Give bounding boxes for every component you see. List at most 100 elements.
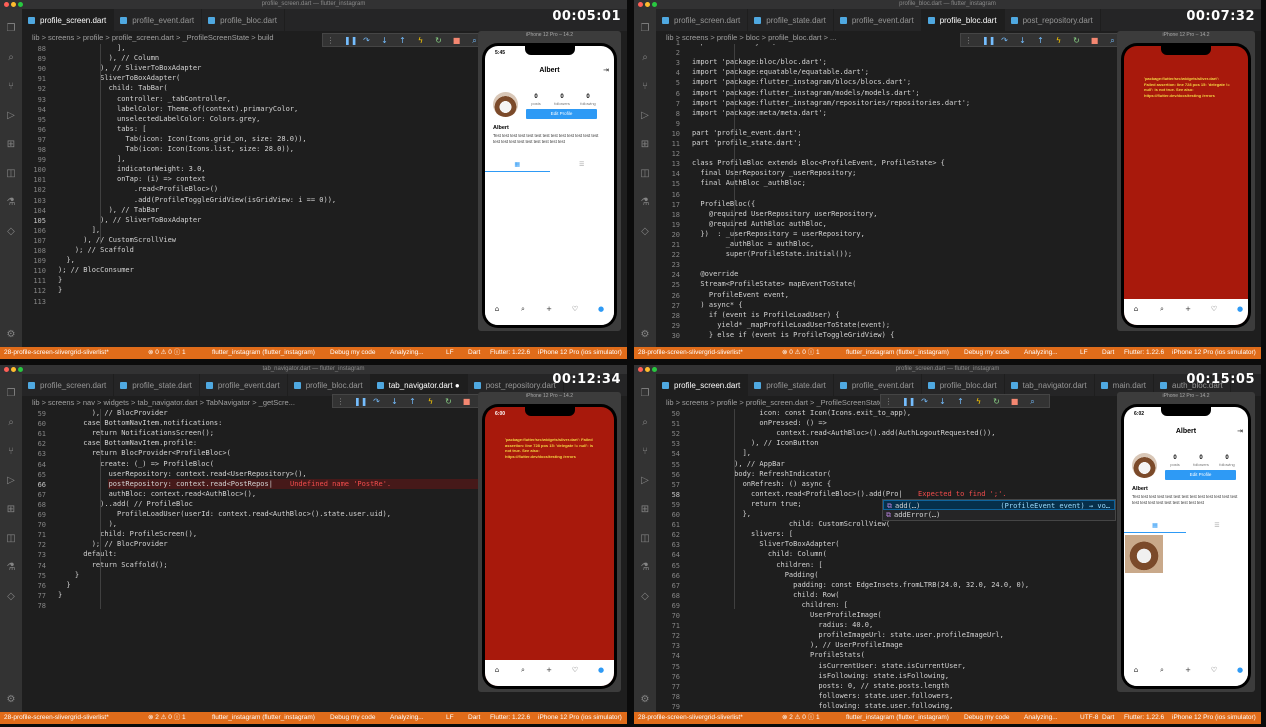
phone-screen[interactable]: 5:45 Albert ⇥ 0 posts 0 followers 0 following Edi…	[485, 46, 614, 325]
files-icon[interactable]: ❐	[5, 388, 17, 400]
search-icon[interactable]: ⌕	[5, 52, 17, 64]
step-out-icon[interactable]: ↑	[1036, 36, 1045, 45]
device-selector[interactable]: iPhone 12 Pro (ios simulator)	[1172, 347, 1256, 359]
stop-icon[interactable]: ■	[452, 36, 461, 45]
list-icon[interactable]: ☰	[550, 158, 615, 172]
pause-icon[interactable]: ❚❚	[354, 397, 367, 406]
edit-profile-button[interactable]: Edit Profile	[526, 109, 597, 119]
testing-icon[interactable]: ⚗	[639, 562, 651, 574]
source-control-icon[interactable]: ⑂	[639, 446, 651, 458]
editor-tab[interactable]: profile_event.dart	[834, 374, 922, 396]
editor-tab[interactable]: profile_state.dart	[114, 374, 200, 396]
extensions-icon[interactable]: ⊞	[5, 139, 17, 151]
zoom-dot[interactable]	[18, 2, 23, 7]
search-icon[interactable]: ⌕	[1156, 305, 1168, 314]
analyzing-status[interactable]: Analyzing...	[390, 712, 424, 724]
editor-tab[interactable]: profile_event.dart	[114, 9, 203, 31]
flutter-version[interactable]: Flutter: 1.22.6	[490, 712, 530, 724]
extensions-icon[interactable]: ⊞	[639, 139, 651, 151]
flutter-icon[interactable]: ◇	[5, 226, 17, 238]
search-icon[interactable]: ⌕	[639, 52, 651, 64]
eol-indicator[interactable]: LF	[446, 347, 454, 359]
run-debug-icon[interactable]: ▷	[639, 475, 651, 487]
search-icon[interactable]: ⌕	[517, 666, 529, 675]
restart-icon[interactable]: ↻	[992, 397, 1001, 406]
hot-reload-icon[interactable]: ϟ	[974, 397, 983, 406]
source-control-icon[interactable]: ⑂	[639, 81, 651, 93]
exit-to-app-icon[interactable]: ⇥	[1237, 427, 1243, 435]
zoom-dot[interactable]	[652, 2, 657, 7]
step-out-icon[interactable]: ↑	[408, 397, 417, 406]
restart-icon[interactable]: ↻	[434, 36, 443, 45]
language-mode[interactable]: Dart	[1102, 712, 1114, 724]
minimize-dot[interactable]	[645, 2, 650, 7]
home-icon[interactable]: ⌂	[491, 666, 503, 674]
files-icon[interactable]: ❐	[5, 23, 17, 35]
suggestion-item[interactable]: ⧉ add(…) (ProfileEvent event) → vo…	[883, 500, 1115, 510]
analyzing-status[interactable]: Analyzing...	[390, 347, 424, 359]
editor-tab[interactable]: profile_state.dart	[748, 9, 834, 31]
debug-status[interactable]: Debug my code	[964, 712, 1010, 724]
settings-gear-icon[interactable]: ⚙	[639, 694, 651, 706]
debug-status[interactable]: Debug my code	[330, 347, 376, 359]
extensions-icon[interactable]: ⊞	[5, 504, 17, 516]
phone-screen[interactable]: 6:02 Albert ⇥ 0 posts 0 followers 0 following Edi…	[1124, 407, 1248, 686]
autocomplete-suggestions[interactable]: ⧉ add(…) (ProfileEvent event) → vo… ⧉ addErr…	[882, 499, 1116, 521]
editor-tab[interactable]: profile_event.dart	[200, 374, 288, 396]
remote-icon[interactable]: ◫	[5, 533, 17, 545]
editor-tab[interactable]: tab_navigator.dart ●	[370, 374, 468, 396]
remote-icon[interactable]: ◫	[639, 533, 651, 545]
add-icon[interactable]: +	[543, 666, 555, 674]
step-out-icon[interactable]: ↑	[956, 397, 965, 406]
step-out-icon[interactable]: ↑	[398, 36, 407, 45]
suggestion-item[interactable]: ⧉ addError(…)	[883, 510, 1115, 520]
heart-icon[interactable]: ♡	[1208, 666, 1220, 674]
drag-handle-icon[interactable]: ⋮	[884, 397, 893, 406]
problems-count[interactable]: ⊗ 2 ⚠ 0 ⓘ 1	[782, 712, 820, 724]
step-into-icon[interactable]: ↓	[1018, 36, 1027, 45]
flutter-project[interactable]: flutter_instagram (flutter_instagram)	[212, 712, 315, 724]
debug-status[interactable]: Debug my code	[964, 347, 1010, 359]
language-mode[interactable]: Dart	[1102, 347, 1114, 359]
editor-tab[interactable]: profile_event.dart	[834, 9, 922, 31]
editor-tab[interactable]: profile_bloc.dart	[922, 374, 1005, 396]
add-icon[interactable]: +	[1182, 305, 1194, 313]
close-dot[interactable]	[4, 2, 9, 7]
step-into-icon[interactable]: ↓	[390, 397, 399, 406]
profile-icon[interactable]: ●	[595, 305, 607, 313]
add-icon[interactable]: +	[1182, 666, 1194, 674]
pause-icon[interactable]: ❚❚	[902, 397, 915, 406]
inspect-icon[interactable]: ⌕	[1108, 36, 1117, 45]
flutter-version[interactable]: Flutter: 1.22.6	[1124, 712, 1164, 724]
phone-screen[interactable]: 'package:flutter/src/widgets/sliver.dart…	[1124, 46, 1248, 325]
editor-tab[interactable]: post_repository.dart	[1005, 9, 1101, 31]
step-into-icon[interactable]: ↓	[938, 397, 947, 406]
git-branch[interactable]: 28-profile-screen-slivergrid-sliverlist*	[638, 347, 743, 359]
step-over-icon[interactable]: ↷	[362, 36, 371, 45]
testing-icon[interactable]: ⚗	[5, 562, 17, 574]
git-branch[interactable]: 28-profile-screen-slivergrid-sliverlist*	[4, 347, 109, 359]
flutter-version[interactable]: Flutter: 1.22.6	[1124, 347, 1164, 359]
drag-handle-icon[interactable]: ⋮	[964, 36, 973, 45]
search-icon[interactable]: ⌕	[517, 305, 529, 314]
minimize-dot[interactable]	[11, 2, 16, 7]
files-icon[interactable]: ❐	[639, 23, 651, 35]
analyzing-status[interactable]: Analyzing...	[1024, 347, 1058, 359]
flutter-project[interactable]: flutter_instagram (flutter_instagram)	[846, 712, 949, 724]
editor-tab[interactable]: profile_bloc.dart	[288, 374, 371, 396]
step-over-icon[interactable]: ↷	[920, 397, 929, 406]
testing-icon[interactable]: ⚗	[639, 197, 651, 209]
device-selector[interactable]: iPhone 12 Pro (ios simulator)	[1172, 712, 1256, 724]
hot-reload-icon[interactable]: ϟ	[416, 36, 425, 45]
run-debug-icon[interactable]: ▷	[639, 110, 651, 122]
close-dot[interactable]	[638, 2, 643, 7]
step-over-icon[interactable]: ↷	[372, 397, 381, 406]
flutter-icon[interactable]: ◇	[639, 226, 651, 238]
pause-icon[interactable]: ❚❚	[344, 36, 357, 45]
extensions-icon[interactable]: ⊞	[639, 504, 651, 516]
zoom-dot[interactable]	[652, 367, 657, 372]
eol-indicator[interactable]: UTF-8	[1080, 712, 1098, 724]
minimize-dot[interactable]	[11, 367, 16, 372]
editor-tab[interactable]: tab_navigator.dart	[1005, 374, 1095, 396]
editor-tab[interactable]: profile_bloc.dart	[202, 9, 286, 31]
